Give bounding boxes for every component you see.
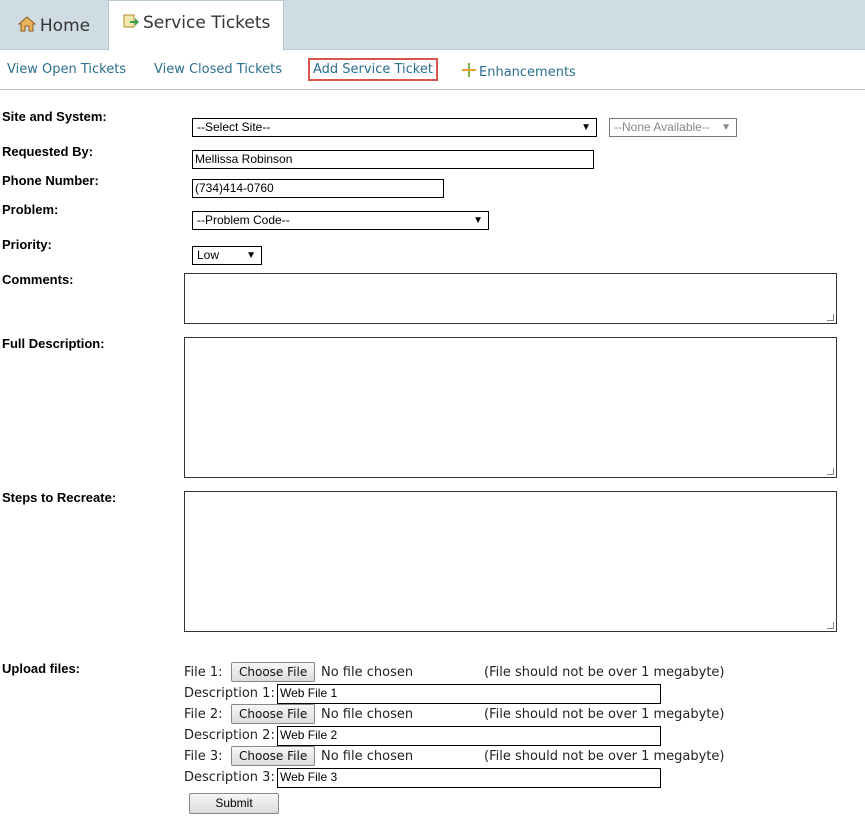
requested-by-label: Requested By: bbox=[2, 144, 94, 159]
system-select: --None Available-- ▼ bbox=[609, 118, 737, 137]
view-open-tickets-link[interactable]: View Open Tickets bbox=[7, 62, 126, 77]
enhancements-icon bbox=[461, 62, 477, 82]
file-1-label: File 1: bbox=[184, 665, 223, 680]
description-1-label: Description 1: bbox=[184, 686, 275, 701]
description-1-input[interactable]: Web File 1 bbox=[277, 684, 661, 704]
priority-select[interactable]: Low ▼ bbox=[192, 246, 262, 265]
description-3-label: Description 3: bbox=[184, 770, 275, 785]
file-2-status: No file chosen bbox=[321, 707, 414, 722]
phone-number-label: Phone Number: bbox=[2, 173, 99, 188]
problem-label: Problem: bbox=[2, 202, 59, 217]
tab-service-tickets-label: Service Tickets bbox=[143, 13, 271, 33]
file-3-label: File 3: bbox=[184, 749, 223, 764]
steps-to-recreate-label: Steps to Recreate: bbox=[2, 490, 117, 505]
description-2-input[interactable]: Web File 2 bbox=[277, 726, 661, 746]
description-2-label: Description 2: bbox=[184, 728, 275, 743]
submit-button[interactable]: Submit bbox=[189, 793, 279, 814]
site-select[interactable]: --Select Site-- ▼ bbox=[192, 118, 597, 137]
site-system-label: Site and System: bbox=[2, 109, 107, 124]
upload-files-label: Upload files: bbox=[2, 661, 81, 676]
tab-home-label: Home bbox=[39, 16, 91, 36]
add-service-ticket-link[interactable]: Add Service Ticket bbox=[308, 58, 438, 81]
dropdown-arrow-icon: ▼ bbox=[473, 215, 483, 226]
file-2-label: File 2: bbox=[184, 707, 223, 722]
enhancements-label: Enhancements bbox=[479, 65, 576, 80]
enhancements-link[interactable]: Enhancements bbox=[461, 62, 576, 82]
choose-file-1-button[interactable]: Choose File bbox=[231, 662, 316, 682]
description-3-input[interactable]: Web File 3 bbox=[277, 768, 661, 788]
steps-to-recreate-textarea[interactable] bbox=[184, 491, 837, 632]
choose-file-2-button[interactable]: Choose File bbox=[231, 704, 316, 724]
view-closed-tickets-link[interactable]: View Closed Tickets bbox=[154, 62, 282, 77]
file-3-status: No file chosen bbox=[321, 749, 414, 764]
choose-file-3-button[interactable]: Choose File bbox=[231, 746, 316, 766]
file-2-size-note: (File should not be over 1 megabyte) bbox=[484, 707, 725, 722]
file-1-status: No file chosen bbox=[321, 665, 414, 680]
priority-select-value: Low bbox=[197, 248, 220, 262]
dropdown-arrow-icon: ▼ bbox=[581, 122, 591, 133]
tab-home[interactable]: Home bbox=[0, 0, 108, 50]
tab-service-tickets[interactable]: Service Tickets bbox=[108, 0, 284, 51]
requested-by-input[interactable]: Mellissa Robinson bbox=[192, 150, 594, 169]
priority-label: Priority: bbox=[2, 237, 52, 252]
ticket-arrow-icon bbox=[123, 13, 139, 34]
dropdown-arrow-icon: ▼ bbox=[246, 250, 256, 261]
full-description-label: Full Description: bbox=[2, 336, 105, 351]
full-description-textarea[interactable] bbox=[184, 337, 837, 478]
system-select-value: --None Available-- bbox=[614, 120, 710, 134]
comments-label: Comments: bbox=[2, 272, 74, 287]
site-select-value: --Select Site-- bbox=[197, 120, 271, 134]
dropdown-arrow-icon: ▼ bbox=[721, 122, 731, 133]
file-3-size-note: (File should not be over 1 megabyte) bbox=[484, 749, 725, 764]
home-icon bbox=[17, 15, 37, 37]
comments-textarea[interactable] bbox=[184, 273, 837, 324]
problem-select[interactable]: --Problem Code-- ▼ bbox=[192, 211, 489, 230]
problem-select-value: --Problem Code-- bbox=[197, 213, 290, 227]
phone-number-input[interactable]: (734)414-0760 bbox=[192, 179, 444, 198]
sub-navigation: View Open Tickets View Closed Tickets Ad… bbox=[0, 50, 865, 90]
file-1-size-note: (File should not be over 1 megabyte) bbox=[484, 665, 725, 680]
tab-bar: Home Service Tickets bbox=[0, 0, 865, 51]
